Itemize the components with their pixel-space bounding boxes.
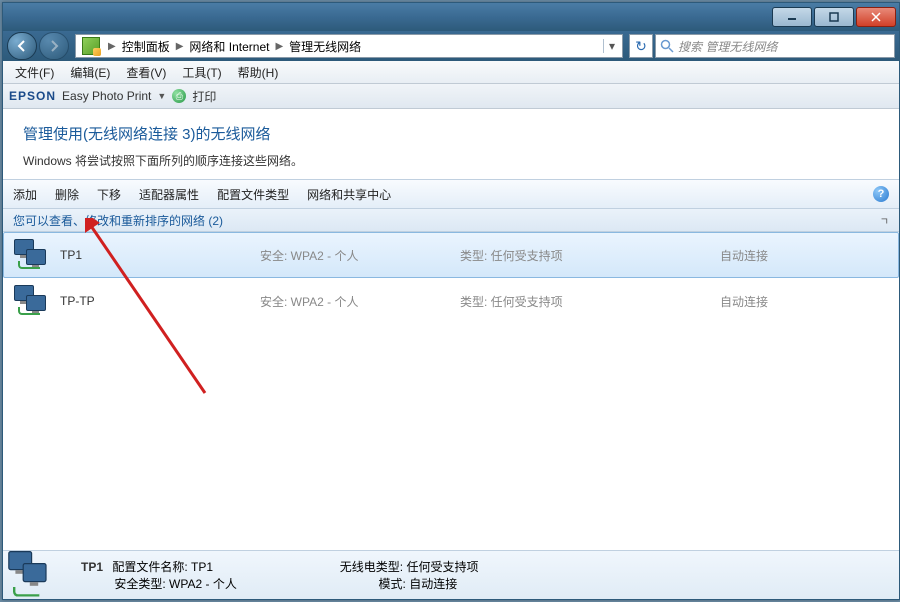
details-profile-label: 配置文件名称: <box>112 560 187 574</box>
details-sectype-label: 安全类型: <box>114 577 165 591</box>
print-icon[interactable]: ⎙ <box>172 89 186 103</box>
add-button[interactable]: 添加 <box>13 186 37 203</box>
details-mode-label: 模式: <box>379 577 406 591</box>
details-mode-value: 自动连接 <box>409 577 457 591</box>
network-icon <box>14 285 50 317</box>
network-connect: 自动连接 <box>720 247 888 264</box>
menu-file[interactable]: 文件(F) <box>7 64 62 81</box>
control-panel-icon <box>82 37 100 55</box>
minimize-button[interactable] <box>772 7 812 27</box>
close-button[interactable] <box>856 7 896 27</box>
chevron-right-icon: ▶ <box>275 41 283 52</box>
network-list: TP1安全: WPA2 - 个人类型: 任何受支持项自动连接TP-TP安全: W… <box>3 232 899 550</box>
network-icon <box>14 239 50 271</box>
group-label: 您可以查看、修改和重新排序的网络 (2) <box>13 212 223 229</box>
forward-button[interactable] <box>39 32 69 60</box>
breadcrumb-item[interactable]: 管理无线网络 <box>287 38 363 55</box>
network-name: TP1 <box>60 248 260 262</box>
details-pane: TP1 配置文件名称: TP1 无线电类型: 任何受支持项 安全类型: WPA2… <box>3 550 899 599</box>
details-radio-value: 任何受支持项 <box>406 560 478 574</box>
network-security: 安全: WPA2 - 个人 <box>260 247 460 264</box>
network-security: 安全: WPA2 - 个人 <box>260 293 460 310</box>
command-toolbar: 添加 删除 下移 适配器属性 配置文件类型 网络和共享中心 ? <box>3 179 899 209</box>
breadcrumb-item[interactable]: 控制面板 <box>120 38 172 55</box>
breadcrumb-dropdown[interactable]: ▾ <box>603 39 620 53</box>
maximize-button[interactable] <box>814 7 854 27</box>
search-input[interactable]: 搜索 管理无线网络 <box>655 34 895 58</box>
epson-label: Easy Photo Print <box>62 89 151 103</box>
collapse-icon[interactable]: ㄱ <box>880 213 889 228</box>
back-button[interactable] <box>7 32 37 60</box>
search-placeholder: 搜索 管理无线网络 <box>678 38 777 55</box>
search-icon <box>660 39 674 53</box>
profile-type-button[interactable]: 配置文件类型 <box>217 186 289 203</box>
details-radio-label: 无线电类型: <box>340 560 403 574</box>
page-subtitle: Windows 将尝试按照下面所列的顺序连接这些网络。 <box>23 152 879 169</box>
chevron-down-icon[interactable]: ▼ <box>157 91 166 101</box>
menu-edit[interactable]: 编辑(E) <box>62 64 118 81</box>
epson-toolbar: EPSON Easy Photo Print ▼ ⎙ 打印 <box>3 84 899 109</box>
details-profile-value: TP1 <box>191 560 213 574</box>
network-name: TP-TP <box>60 294 260 308</box>
chevron-right-icon: ▶ <box>108 41 116 52</box>
menu-bar: 文件(F) 编辑(E) 查看(V) 工具(T) 帮助(H) <box>3 61 899 84</box>
network-row[interactable]: TP-TP安全: WPA2 - 个人类型: 任何受支持项自动连接 <box>3 278 899 324</box>
chevron-right-icon: ▶ <box>176 41 184 52</box>
menu-tools[interactable]: 工具(T) <box>174 64 229 81</box>
network-type: 类型: 任何受支持项 <box>460 293 720 310</box>
help-icon[interactable]: ? <box>873 186 889 202</box>
breadcrumb[interactable]: ▶ 控制面板 ▶ 网络和 Internet ▶ 管理无线网络 ▾ <box>75 34 623 58</box>
epson-logo: EPSON <box>9 89 56 103</box>
move-down-button[interactable]: 下移 <box>97 186 121 203</box>
remove-button[interactable]: 删除 <box>55 186 79 203</box>
details-sectype-value: WPA2 - 个人 <box>169 577 237 591</box>
menu-help[interactable]: 帮助(H) <box>230 64 287 81</box>
group-header[interactable]: 您可以查看、修改和重新排序的网络 (2) ㄱ <box>3 209 899 232</box>
network-connect: 自动连接 <box>720 293 888 310</box>
network-center-button[interactable]: 网络和共享中心 <box>307 186 391 203</box>
menu-view[interactable]: 查看(V) <box>118 64 174 81</box>
breadcrumb-item[interactable]: 网络和 Internet <box>187 38 271 55</box>
page-title: 管理使用(无线网络连接 3)的无线网络 <box>23 123 879 144</box>
window-frame: ▶ 控制面板 ▶ 网络和 Internet ▶ 管理无线网络 ▾ ↻ 搜索 管理… <box>2 2 900 600</box>
print-button[interactable]: 打印 <box>192 88 216 105</box>
nav-bar: ▶ 控制面板 ▶ 网络和 Internet ▶ 管理无线网络 ▾ ↻ 搜索 管理… <box>3 31 899 61</box>
adapter-props-button[interactable]: 适配器属性 <box>139 186 199 203</box>
details-name: TP1 <box>81 560 103 574</box>
titlebar[interactable] <box>3 3 899 31</box>
network-row[interactable]: TP1安全: WPA2 - 个人类型: 任何受支持项自动连接 <box>3 232 899 278</box>
page-header: 管理使用(无线网络连接 3)的无线网络 Windows 将尝试按照下面所列的顺序… <box>3 109 899 179</box>
network-type: 类型: 任何受支持项 <box>460 247 720 264</box>
refresh-button[interactable]: ↻ <box>629 34 653 58</box>
network-icon <box>8 551 66 599</box>
